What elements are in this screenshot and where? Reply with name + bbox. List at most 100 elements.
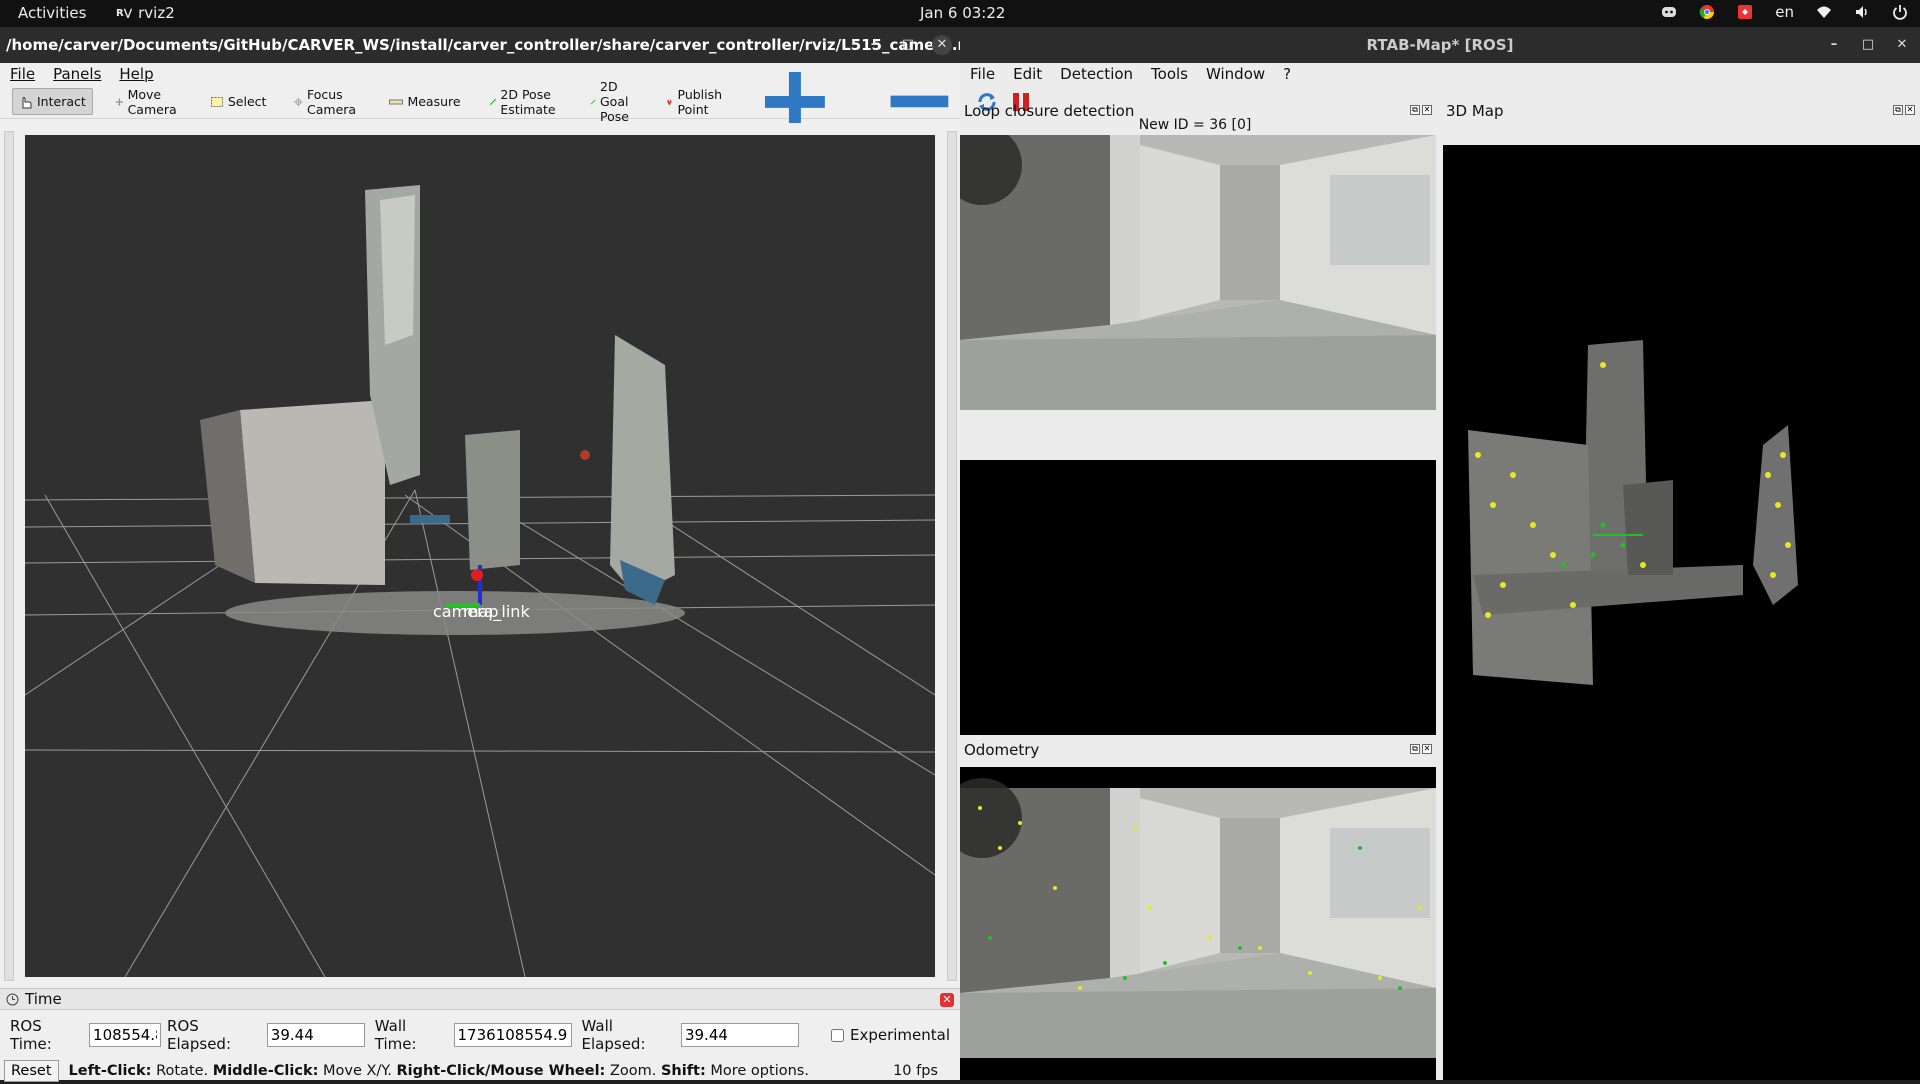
tf-frame-label-map: map — [463, 602, 499, 621]
ros-time-field[interactable] — [89, 1023, 162, 1047]
move-camera-tool[interactable]: Move Camera — [109, 82, 188, 122]
power-icon[interactable] — [1892, 4, 1908, 20]
focus-camera-tool[interactable]: Focus Camera — [288, 82, 367, 122]
rtabmap-titlebar[interactable]: RTAB-Map* [ROS] – □ ✕ — [960, 27, 1920, 63]
left-dock-handle[interactable] — [4, 131, 14, 981]
volume-icon[interactable] — [1854, 4, 1870, 20]
wall-elapsed-field[interactable] — [680, 1023, 799, 1047]
fire-extinguisher-points — [580, 450, 590, 460]
maximize-button[interactable]: □ — [1858, 35, 1878, 55]
clock[interactable]: Jan 6 03:22 — [920, 4, 1005, 22]
goal-pose-tool[interactable]: 2D Goal Pose — [584, 74, 643, 129]
rtabmap-window-title: RTAB-Map* [ROS] — [1366, 36, 1514, 54]
odometry-view[interactable] — [942, 767, 1436, 1080]
3d-map-dock-buttons: ⧉ ✕ — [1893, 105, 1915, 115]
close-dock-icon[interactable]: ✕ — [1905, 105, 1915, 115]
rviz-titlebar[interactable]: /home/carver/Documents/GitHub/CARVER_WS/… — [0, 27, 997, 63]
system-tray: en — [1661, 3, 1908, 21]
close-button[interactable]: ✕ — [1892, 35, 1912, 55]
ros-elapsed-label: ROS Elapsed: — [167, 1017, 232, 1053]
menu-help[interactable]: ? — [1283, 65, 1291, 83]
ros-time-label: ROS Time: — [10, 1017, 52, 1053]
3d-viewport[interactable]: camera_link map — [25, 135, 935, 977]
menu-edit[interactable]: Edit — [1013, 65, 1042, 83]
pose-estimate-tool[interactable]: 2D Pose Estimate — [483, 82, 568, 122]
close-dock-icon[interactable]: ✕ — [1422, 105, 1432, 115]
rviz-app-icon: R⋁ — [116, 7, 133, 19]
point-cloud-scene: camera_link map — [25, 185, 935, 977]
menu-tools[interactable]: Tools — [1151, 65, 1188, 83]
menu-panels[interactable]: Panels — [53, 65, 101, 83]
hint-right-click: Right-Click/Mouse Wheel: — [396, 1063, 606, 1079]
menu-file[interactable]: File — [970, 65, 995, 83]
menu-help[interactable]: Help — [119, 65, 153, 83]
activities-button[interactable]: Activities — [18, 4, 86, 22]
loop-closure-match-view[interactable] — [960, 460, 1436, 735]
corridor-camera-frame — [960, 135, 1436, 410]
rtabmap-window: RTAB-Map* [ROS] – □ ✕ File Edit Detectio… — [942, 27, 1920, 1080]
measure-tool[interactable]: Measure — [383, 89, 466, 114]
right-dock-handle[interactable] — [947, 131, 957, 981]
close-button[interactable]: ✕ — [932, 35, 952, 55]
rviz-window-title: /home/carver/Documents/GitHub/CARVER_WS/… — [6, 36, 997, 54]
select-tool[interactable]: Select — [204, 89, 273, 114]
publish-point-tool[interactable]: Publish Point — [659, 82, 734, 122]
hint-left-click: Left-Click: — [68, 1063, 152, 1079]
select-rect-icon — [210, 96, 223, 107]
move-arrows-icon — [115, 97, 123, 106]
ros-elapsed-field[interactable] — [266, 1023, 365, 1047]
close-panel-icon[interactable]: ✕ — [940, 993, 954, 1007]
fps-readout: 10 fps — [893, 1063, 938, 1079]
measure-label: Measure — [407, 94, 461, 109]
app-name: rviz2 — [138, 4, 175, 22]
odometry-title: Odometry — [964, 741, 1040, 759]
green-arrow-icon — [590, 98, 596, 105]
new-id-label: New ID = 36 [0] — [1138, 117, 1252, 133]
close-dock-icon[interactable]: ✕ — [1422, 744, 1432, 754]
mouse-hint: Left-Click: Rotate. Middle-Click: Move X… — [69, 1063, 809, 1079]
menu-detection[interactable]: Detection — [1060, 65, 1133, 83]
language-indicator[interactable]: en — [1775, 3, 1794, 21]
wall-points-right — [610, 335, 675, 595]
ruler-icon — [389, 99, 404, 104]
app-menu[interactable]: R⋁ rviz2 — [116, 4, 175, 22]
tf-axis-x — [471, 569, 483, 581]
float-dock-icon[interactable]: ⧉ — [1410, 744, 1420, 754]
select-label: Select — [227, 94, 267, 109]
float-dock-icon[interactable]: ⧉ — [1893, 105, 1903, 115]
system-top-bar: Activities R⋁ rviz2 Jan 6 03:22 en — [0, 0, 1920, 27]
hint-middle-click: Middle-Click: — [212, 1063, 319, 1079]
wifi-icon[interactable] — [1816, 4, 1832, 20]
discord-icon[interactable] — [1661, 4, 1677, 20]
rviz-toolbar: Interact Move Camera Select Focus Camera… — [0, 71, 960, 132]
status-bar: Reset Left-Click: Rotate. Middle-Click: … — [0, 1060, 960, 1082]
chrome-icon[interactable] — [1699, 4, 1715, 20]
time-panel: Time ✕ ROS Time: ROS Elapsed: Wall Time:… — [0, 988, 960, 1082]
map-pin-icon — [666, 98, 672, 106]
float-dock-icon[interactable]: ⧉ — [1410, 105, 1420, 115]
menu-file[interactable]: File — [10, 65, 35, 83]
hand-pointer-icon — [22, 96, 32, 108]
reset-button[interactable]: Reset — [4, 1060, 59, 1082]
hint-shift: Shift: — [660, 1063, 706, 1079]
maximize-button[interactable]: □ — [898, 35, 918, 55]
interact-tool[interactable]: Interact — [12, 88, 93, 115]
3d-map-cloud — [1468, 340, 1798, 685]
loop-closure-image[interactable] — [960, 135, 1436, 410]
move-camera-label: Move Camera — [127, 86, 177, 117]
hint-right-desc: Zoom. — [605, 1063, 661, 1079]
menu-window[interactable]: Window — [1206, 65, 1265, 83]
odometry-dock-buttons: ⧉ ✕ — [1410, 744, 1432, 754]
minimize-button[interactable]: – — [1824, 35, 1844, 55]
goal-pose-label: 2D Goal Pose — [600, 79, 629, 124]
anydesk-icon[interactable] — [1737, 4, 1753, 20]
odometry-camera-frame — [942, 778, 1436, 1058]
hint-middle-desc: Move X/Y. — [318, 1063, 397, 1079]
minimize-button[interactable]: – — [864, 35, 884, 55]
crosshair-icon — [294, 97, 303, 106]
3d-map-view[interactable] — [1443, 145, 1920, 1080]
experimental-checkbox[interactable] — [830, 1028, 844, 1042]
wall-time-field[interactable] — [453, 1023, 572, 1047]
publish-point-label: Publish Point — [677, 86, 723, 117]
wall-points-left — [240, 400, 385, 585]
